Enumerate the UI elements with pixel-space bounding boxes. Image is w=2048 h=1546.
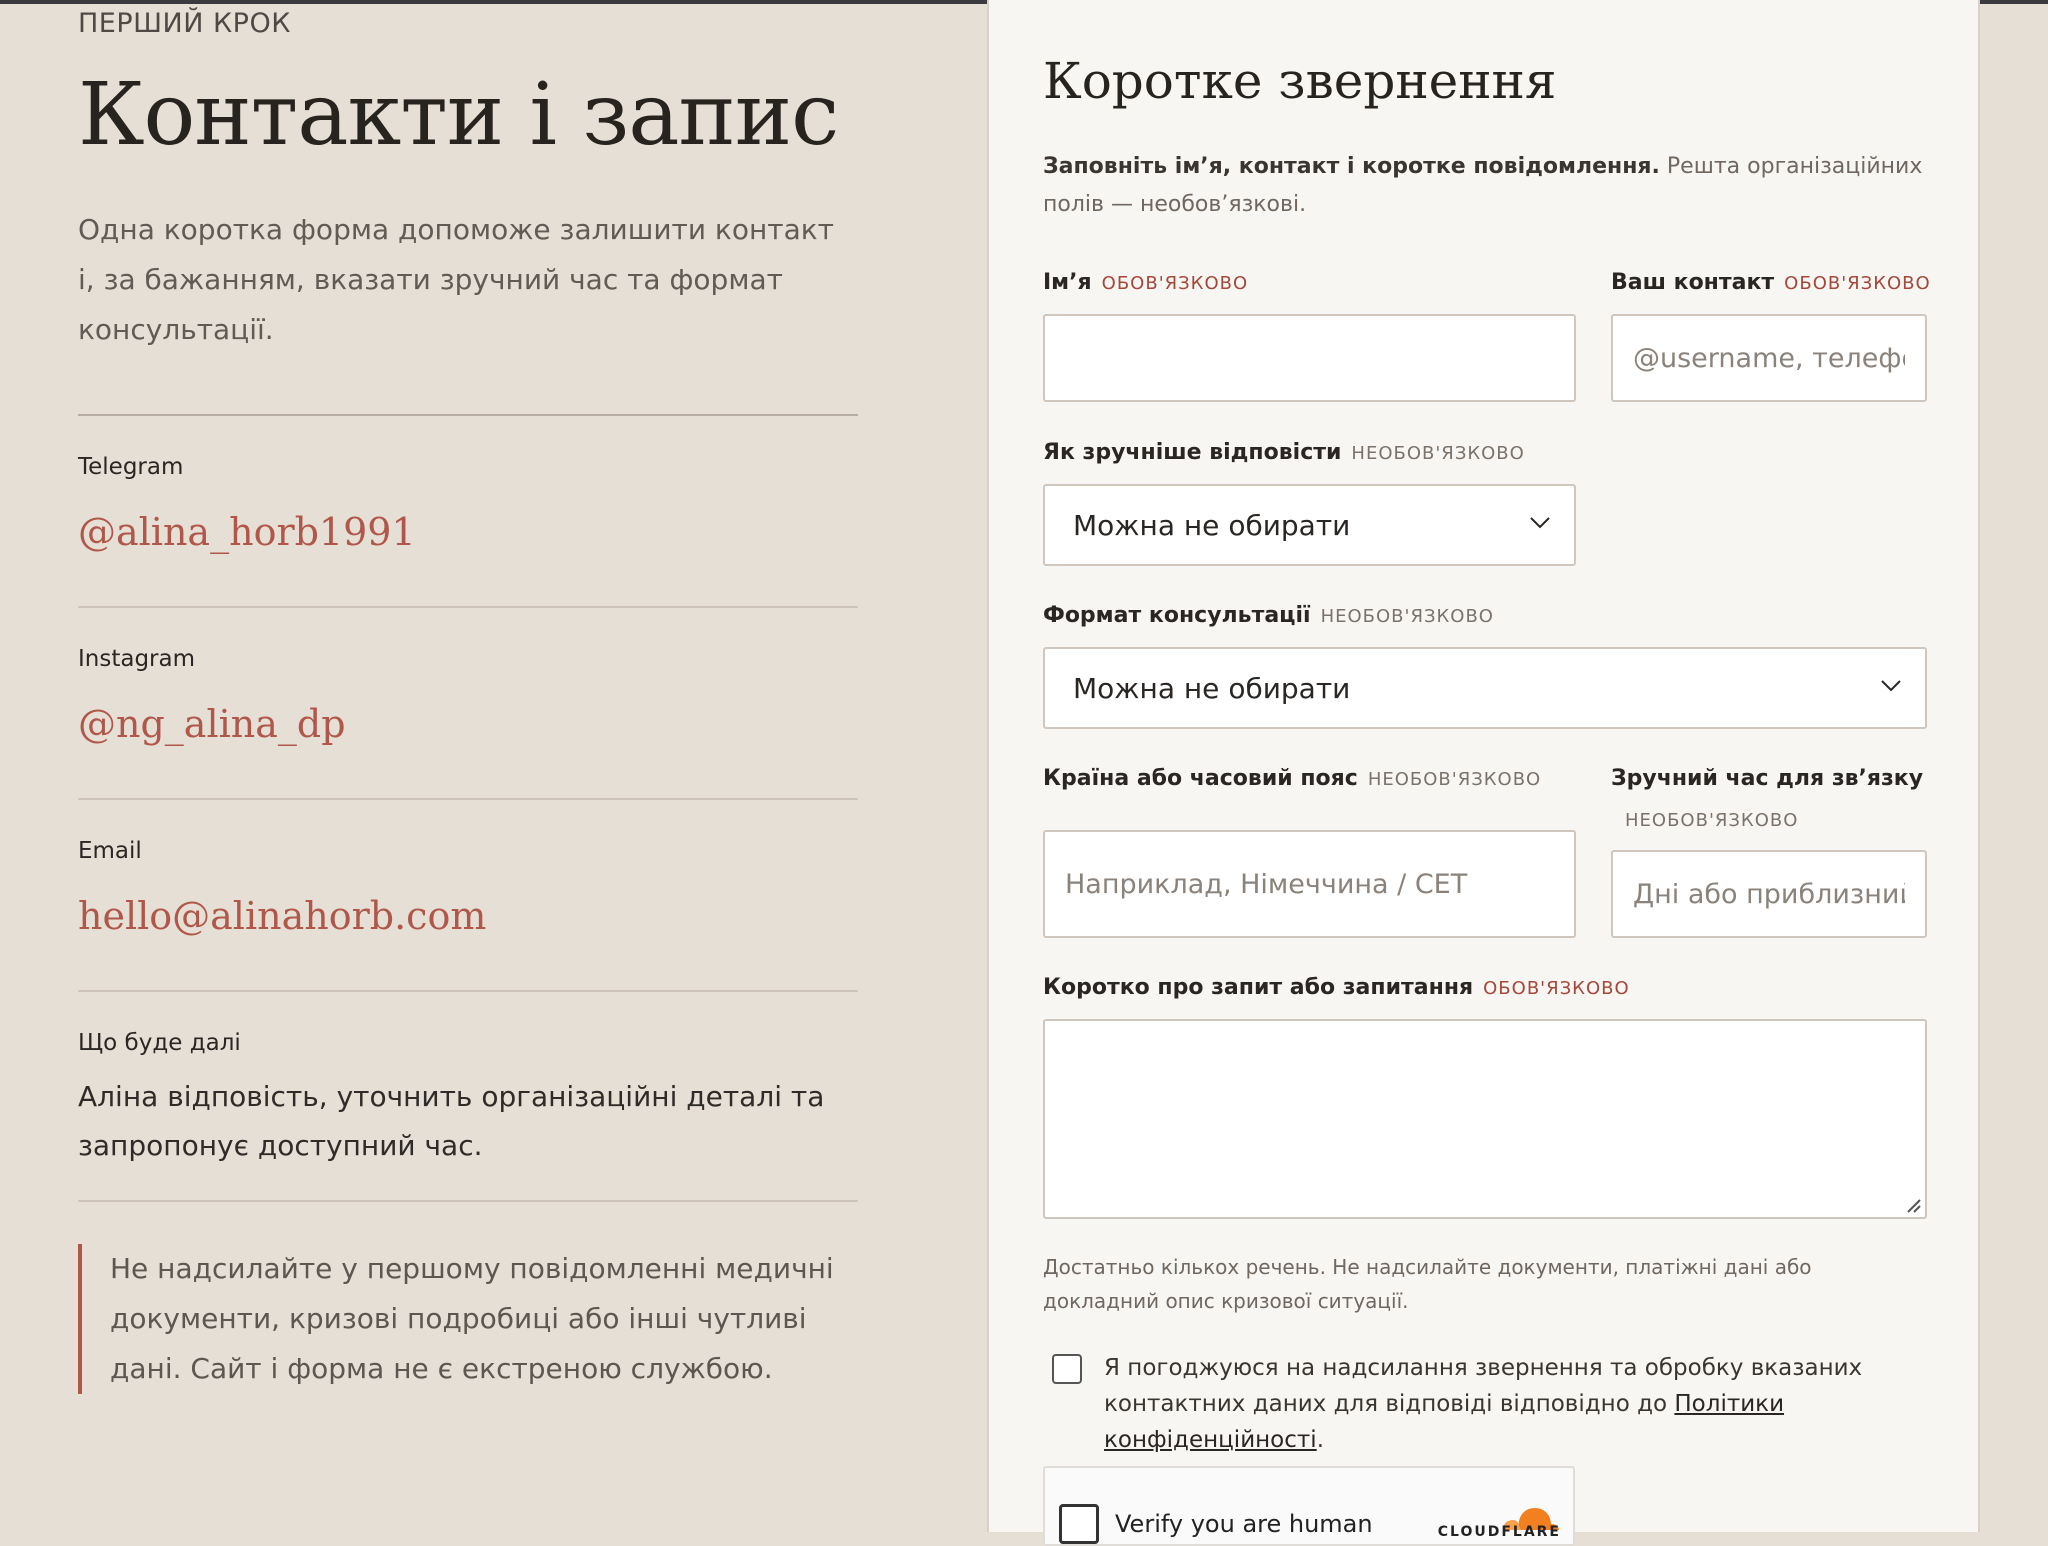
chevron-down-icon [1530, 517, 1550, 529]
telegram-link[interactable]: @alina_horb1991 [78, 510, 416, 554]
required-tag: ОБОВ'ЯЗКОВО [1483, 978, 1630, 999]
privacy-notice: Не надсилайте у першому повідомленні мед… [78, 1244, 838, 1394]
consent-checkbox[interactable] [1052, 1354, 1082, 1384]
captcha-widget: Verify you are human CLOUDFLARE [1043, 1466, 1575, 1546]
name-label: Ім’я ОБОВ'ЯЗКОВО [1043, 270, 1248, 295]
contact-label: Ваш контакт ОБОВ'ЯЗКОВО [1611, 270, 1931, 295]
eyebrow: ПЕРШИЙ КРОК [78, 8, 291, 39]
form-description-bold: Заповніть ім’я, контакт і коротке повідо… [1043, 154, 1660, 179]
reply-method-select[interactable]: Можна не обирати [1043, 484, 1576, 566]
email-link[interactable]: hello@alinahorb.com [78, 894, 486, 938]
reply-method-value: Можна не обирати [1073, 508, 1351, 542]
reply-method-label-text: Як зручніше відповісти [1043, 440, 1342, 465]
contact-input[interactable] [1611, 314, 1927, 402]
contact-label-instagram: Instagram [78, 646, 196, 672]
message-label-text: Коротко про запит або запитання [1043, 975, 1474, 1000]
message-label: Коротко про запит або запитання ОБОВ'ЯЗКО… [1043, 975, 1630, 1000]
format-value: Можна не обирати [1073, 671, 1351, 705]
time-label: Зручний час для зв’язку [1611, 766, 1924, 791]
resize-grip-icon[interactable] [1903, 1195, 1921, 1213]
captcha-brand: CLOUDFLARE [1437, 1524, 1561, 1540]
required-tag: ОБОВ'ЯЗКОВО [1101, 273, 1249, 294]
optional-tag: НЕОБОВ'ЯЗКОВО [1625, 810, 1799, 831]
contact-label-email: Email [78, 838, 142, 864]
next-steps-label: Що буде далі [78, 1030, 241, 1056]
optional-tag: НЕОБОВ'ЯЗКОВО [1320, 606, 1494, 627]
divider [78, 414, 858, 416]
format-label: Формат консультації НЕОБОВ'ЯЗКОВО [1043, 603, 1494, 628]
consent-text: Я погоджуюся на надсилання звернення та … [1104, 1350, 1944, 1458]
consent-text-end: . [1316, 1427, 1324, 1453]
captcha-label: Verify you are human [1115, 1510, 1373, 1538]
format-label-text: Формат консультації [1043, 603, 1311, 628]
form-title: Коротке звернення [1043, 52, 1557, 110]
divider [78, 798, 858, 800]
reply-method-label: Як зручніше відповісти НЕОБОВ'ЯЗКОВО [1043, 440, 1525, 465]
optional-tag: НЕОБОВ'ЯЗКОВО [1367, 769, 1542, 790]
divider [78, 990, 858, 992]
required-tag: ОБОВ'ЯЗКОВО [1784, 273, 1931, 294]
intro-text: Одна коротка форма допоможе залишити кон… [78, 213, 834, 346]
instagram-handle[interactable]: @ng_alina_dp [78, 702, 346, 746]
time-input[interactable] [1611, 850, 1927, 938]
message-hint: Достатньо кількох речень. Не надсилайте … [1043, 1255, 1812, 1313]
page-title: Контакти і запис [78, 65, 839, 165]
email-address[interactable]: hello@alinahorb.com [78, 894, 486, 938]
next-steps-text: Аліна відповість, уточнить організаційні… [78, 1080, 825, 1162]
form-description: Заповніть ім’я, контакт і коротке повідо… [1043, 148, 1923, 224]
chevron-down-icon [1881, 680, 1901, 692]
name-label-text: Ім’я [1043, 270, 1092, 295]
name-input[interactable] [1043, 314, 1576, 402]
instagram-link[interactable]: @ng_alina_dp [78, 702, 346, 746]
captcha-checkbox[interactable] [1059, 1504, 1099, 1544]
country-label: Країна або часовий пояс НЕОБОВ'ЯЗКОВО [1043, 766, 1541, 791]
optional-tag: НЕОБОВ'ЯЗКОВО [1351, 443, 1525, 464]
contact-form-panel: Коротке звернення Заповніть ім’я, контак… [987, 0, 1980, 1546]
contact-label-text: Ваш контакт [1611, 270, 1775, 295]
divider [78, 1200, 858, 1202]
country-input[interactable] [1043, 830, 1576, 938]
divider [78, 606, 858, 608]
format-select[interactable]: Можна не обирати [1043, 647, 1927, 729]
message-textarea[interactable] [1043, 1019, 1927, 1219]
contact-label-telegram: Telegram [78, 454, 184, 480]
country-label-text: Країна або часовий пояс [1043, 766, 1358, 791]
telegram-handle[interactable]: @alina_horb1991 [78, 510, 416, 554]
